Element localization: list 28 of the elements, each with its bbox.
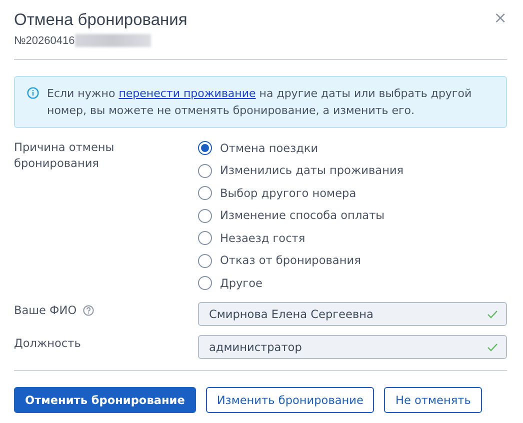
dialog-title: Отмена бронирования: [14, 10, 188, 30]
radio-circle[interactable]: [198, 208, 212, 222]
field-label: Должность: [14, 337, 81, 350]
radio-option[interactable]: Изменение способа оплаты: [198, 208, 507, 224]
radio-circle[interactable]: [198, 231, 212, 245]
radio-option[interactable]: Отмена поездки: [198, 140, 507, 156]
radio-option[interactable]: Другое: [198, 275, 507, 291]
radio-circle[interactable]: [198, 186, 212, 200]
radio-option[interactable]: Незаезд гостя: [198, 230, 507, 246]
reason-label: Причина отмены бронирования: [14, 140, 116, 172]
radio-option[interactable]: Изменились даты проживания: [198, 162, 507, 178]
radio-circle[interactable]: [198, 276, 212, 290]
radio-circle[interactable]: [198, 141, 212, 155]
radio-option[interactable]: Отказ от бронирования: [198, 252, 507, 268]
field-label: Ваше ФИО: [14, 304, 77, 317]
reschedule-link[interactable]: перенести проживание: [118, 87, 256, 100]
action-button[interactable]: Изменить бронирование: [206, 387, 374, 413]
input-field[interactable]: Смирнова Елена Сергеевна: [198, 302, 507, 326]
help-icon[interactable]: [82, 305, 94, 316]
action-button[interactable]: Не отменять: [384, 387, 482, 413]
info-icon: [27, 87, 39, 99]
radio-circle[interactable]: [198, 254, 212, 268]
input-field[interactable]: администратор: [198, 335, 507, 359]
action-button[interactable]: Отменить бронирование: [14, 387, 196, 413]
notice-text: Если нужно перенести проживание на другие даты или выбрать другой номер, вы можете не отменять бронирование, а изменить его.: [47, 86, 473, 119]
radio-option[interactable]: Выбор другого номера: [198, 185, 507, 201]
radio-circle[interactable]: [198, 164, 212, 178]
booking-number: №20260416: [14, 34, 75, 46]
